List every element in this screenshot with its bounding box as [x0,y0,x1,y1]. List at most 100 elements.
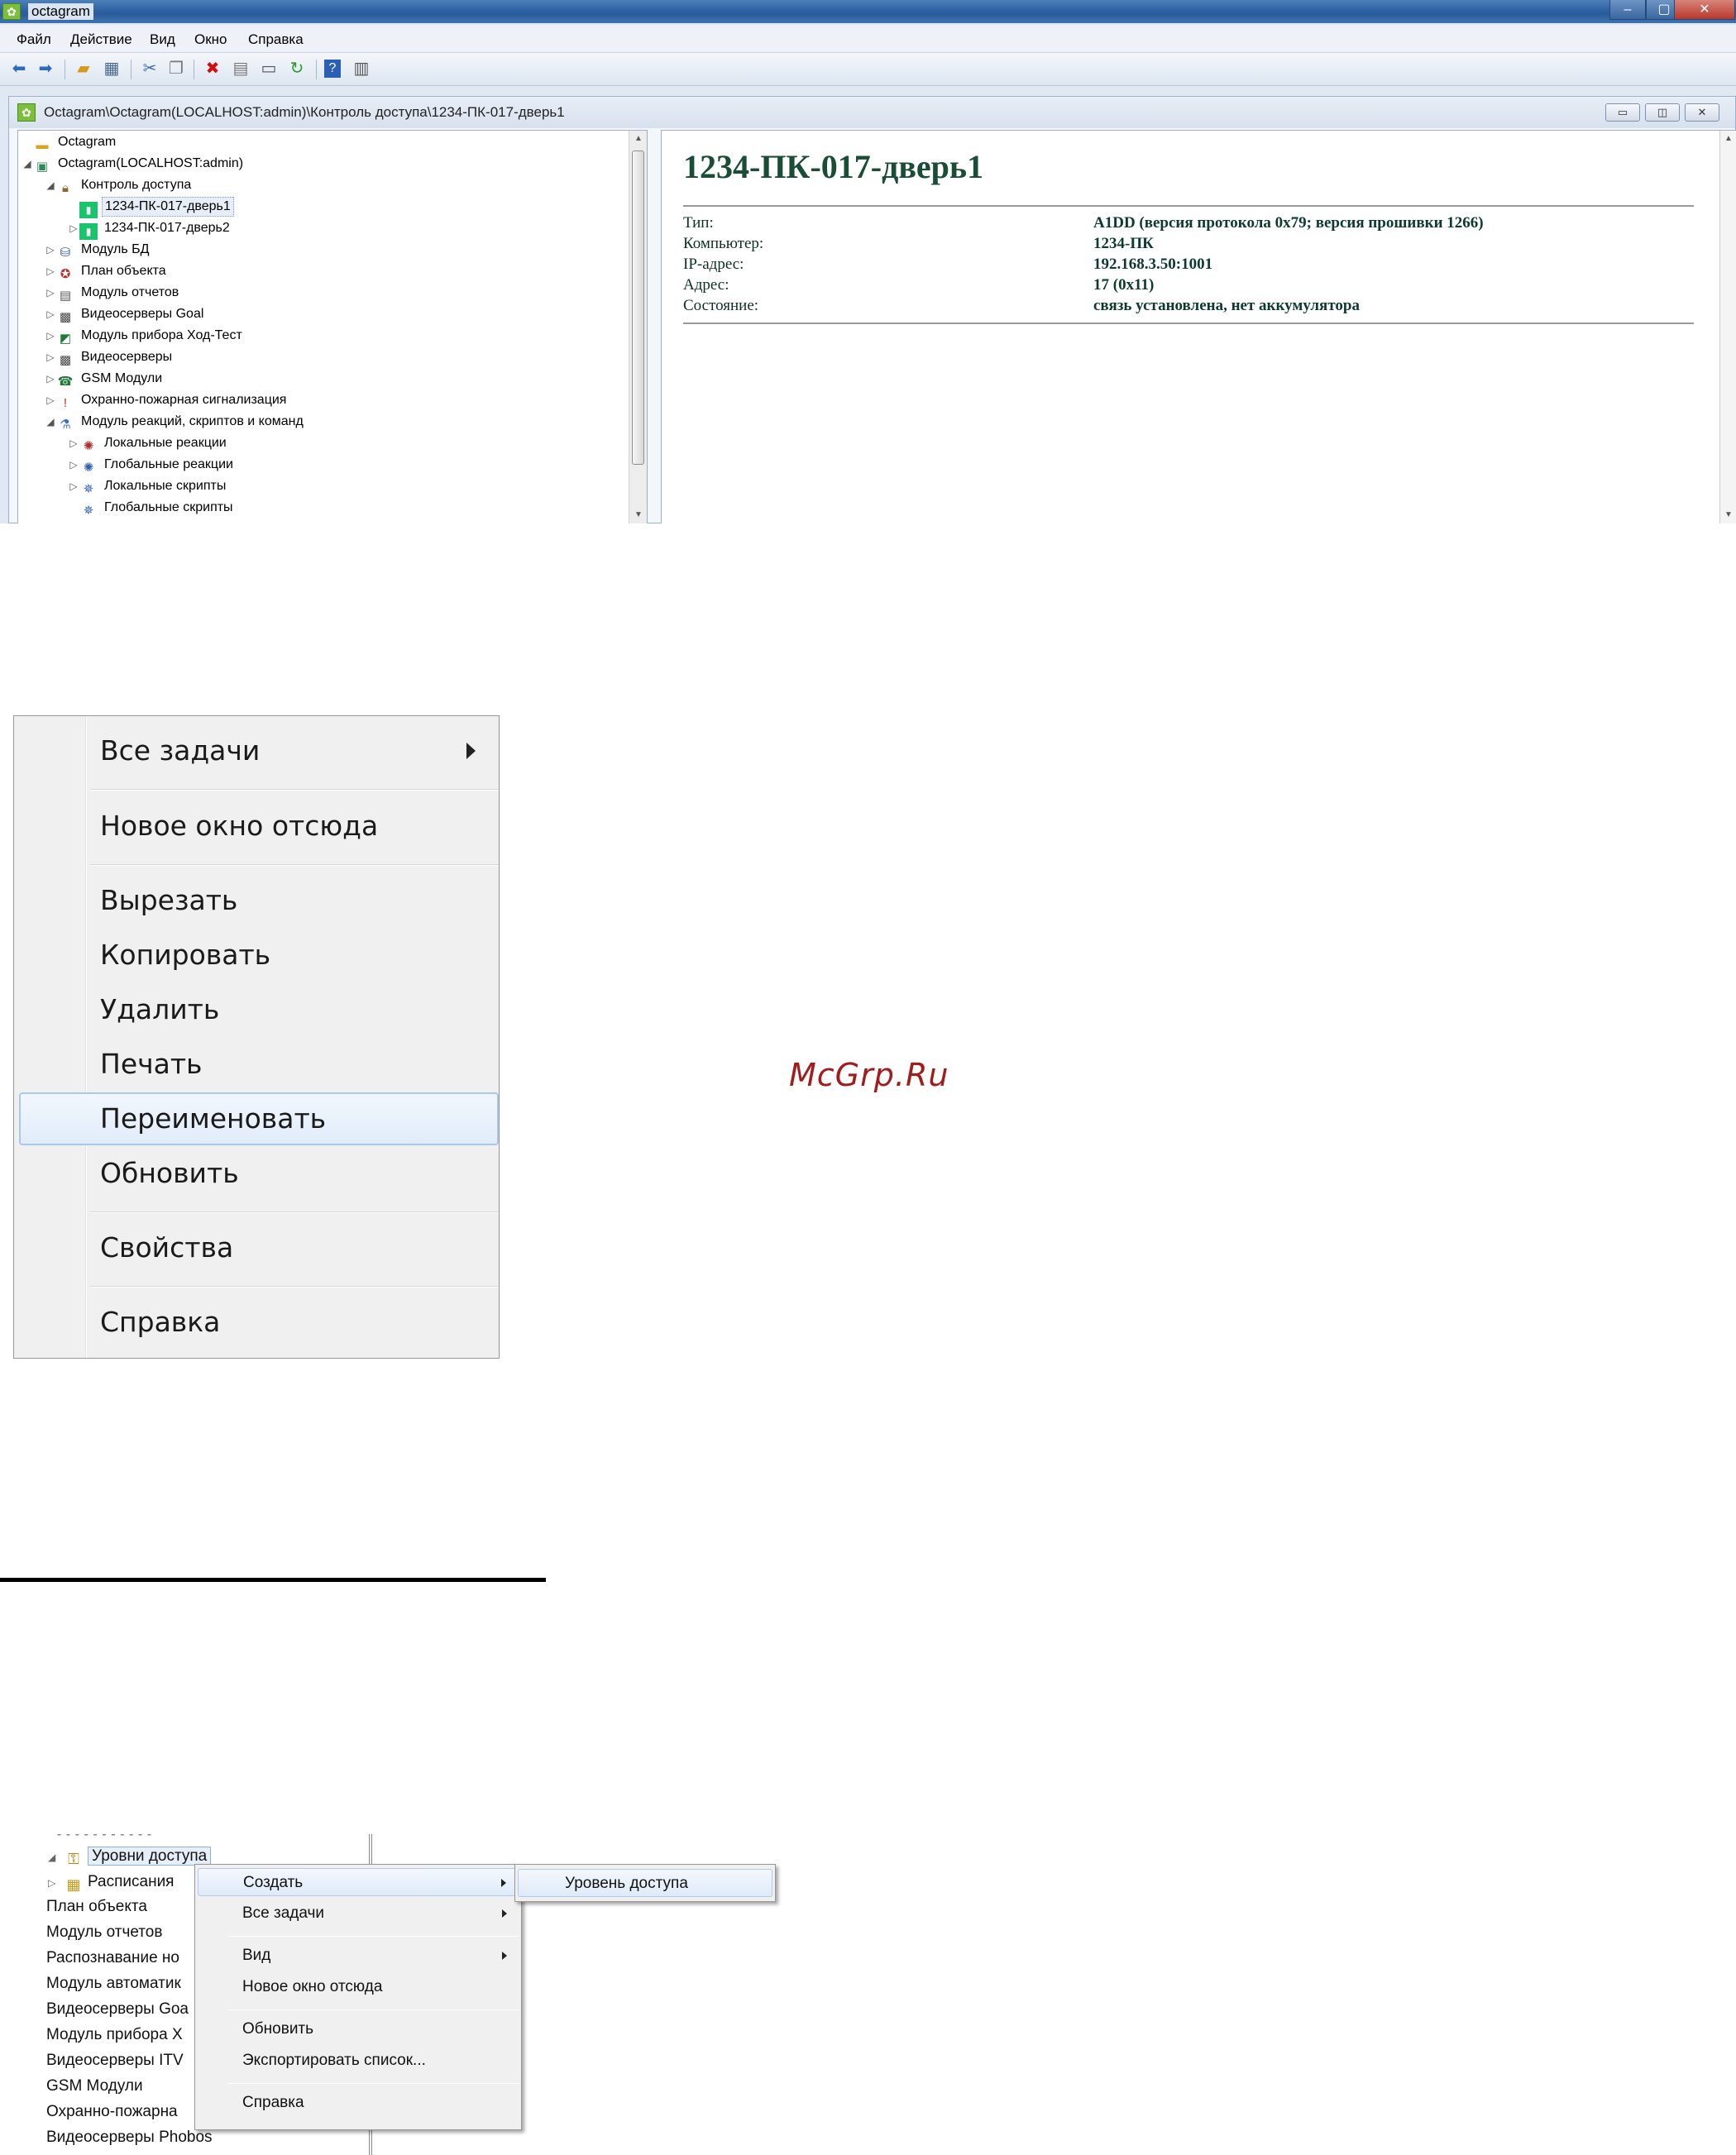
show-hide-tree-icon[interactable]: ▦ [101,58,122,79]
scroll-down-arrow-icon[interactable]: ▼ [629,507,647,523]
menu-file[interactable]: Файл [17,31,51,48]
child-minimize-button[interactable]: ▭ [1605,103,1640,122]
report-icon: ▤ [59,289,72,303]
menu-item-view[interactable]: Вид [198,1942,519,1970]
menu-item-refresh[interactable]: Обновить [19,1147,499,1200]
tree-item-global-scripts[interactable]: ✵ Глобальные скрипты [68,498,236,518]
menu-action[interactable]: Действие [70,31,132,48]
collapsed-arrow-icon[interactable]: ▷ [68,476,79,496]
context-menu-small: Создать Все задачи Вид Новое окно отсюда… [194,1864,522,2130]
collapsed-arrow-icon[interactable]: ▷ [45,240,56,260]
collapsed-arrow-icon[interactable]: ▷ [68,433,79,453]
menu-item-access-level[interactable]: Уровень доступа [518,1869,772,1897]
collapsed-arrow-icon[interactable]: ▷ [45,369,56,389]
menu-item-help[interactable]: Справка [19,1296,499,1349]
menu-item-print[interactable]: Печать [19,1038,499,1091]
label-address: Адрес: [683,276,729,294]
back-icon[interactable]: ⬅ [8,58,30,79]
delete-icon[interactable]: ✖ [202,58,223,79]
menu-item-properties[interactable]: Свойства [19,1221,499,1274]
properties-icon[interactable]: ▤ [230,58,251,79]
collapsed-arrow-icon[interactable]: ▷ [45,304,56,324]
tree-item-db-module[interactable]: ▷ ⛁ Модуль БД [45,240,152,260]
tree-item-recognition[interactable]: Распознавание но [46,1946,179,1971]
forward-icon[interactable]: ➡ [35,58,56,79]
menu-window[interactable]: Окно [194,31,227,48]
value-state: связь установлена, нет аккумулятора [1093,297,1360,314]
details-scrollbar[interactable]: ▲ ▼ [1719,131,1736,523]
child-close-button[interactable]: ✕ [1685,103,1719,122]
up-folder-icon[interactable]: ▰ [73,58,94,79]
tree-item-door2[interactable]: ▷ ▮ 1234-ПК-017-дверь2 [68,218,232,240]
tree-item-reports-module[interactable]: Модуль отчетов [46,1920,162,1945]
tree-item-schedules[interactable]: ▷ ▦ Расписания [48,1870,174,1895]
collapsed-arrow-icon[interactable]: ▷ [45,347,56,367]
scroll-up-arrow-icon[interactable]: ▲ [629,131,647,147]
expanded-arrow-icon[interactable]: ◢ [48,1845,63,1870]
child-title-bar: ✿ Octagram\Octagram(LOCALHOST:admin)\Кон… [9,97,1735,128]
child-restore-button[interactable]: ◫ [1645,103,1680,122]
collapsed-arrow-icon[interactable]: ▷ [45,261,56,281]
print-icon[interactable]: ▭ [258,58,280,79]
menu-item-export-list[interactable]: Экспортировать список... [198,2047,519,2075]
tree-item-video-goal[interactable]: Видеосерверы Goa [46,1997,189,2022]
expanded-arrow-icon[interactable]: ◢ [45,175,56,195]
tree-item-video-goal[interactable]: ▷ ▩ Видеосерверы Goal [45,304,206,324]
tree-item-global-reactions[interactable]: ▷ ✺ Глобальные реакции [68,455,236,475]
collapsed-arrow-icon[interactable]: ▷ [48,1871,63,1895]
collapsed-arrow-icon[interactable]: ▷ [45,326,56,346]
copy-icon[interactable]: ❐ [165,58,187,79]
context-menu-large: Все задачи Новое окно отсюда Вырезать Ко… [13,715,500,1359]
tree-item-octagram-localhost[interactable]: ◢ ▣ Octagram(LOCALHOST:admin) [22,154,246,174]
collapsed-arrow-icon[interactable]: ▷ [68,455,79,475]
close-button[interactable]: ✕ [1674,0,1735,20]
tree-item-local-scripts[interactable]: ▷ ✵ Локальные скрипты [68,476,228,496]
tree-item-hod-test[interactable]: ▷ ◩ Модуль прибора Ход-Тест [45,326,245,346]
tree-item-reactions-module[interactable]: ◢ ⚗ Модуль реакций, скриптов и команд [45,412,306,432]
scroll-down-arrow-icon[interactable]: ▼ [1720,507,1736,523]
tree-item-gsm[interactable]: ▷ ☎ GSM Модули [45,369,165,389]
menu-item-create[interactable]: Создать [198,1868,519,1896]
tree-item-door1[interactable]: ▮ 1234-ПК-017-дверь1 [68,197,234,218]
tree-item-fire-alarm[interactable]: Охранно-пожарна [46,2100,178,2124]
tree-item-object-plan[interactable]: ▷ ✪ План объекта [45,261,169,281]
menu-item-help[interactable]: Справка [198,2089,519,2117]
action-pane-icon[interactable]: ▥ [351,58,372,79]
collapsed-arrow-icon[interactable]: ▷ [45,283,56,303]
collapsed-arrow-icon[interactable]: ▷ [68,218,79,238]
tree-item-video-phobos[interactable]: Видеосерверы Phobos [46,2125,213,2150]
tree-item-video-servers[interactable]: ▷ ▩ Видеосерверы [45,347,175,367]
tree-item-video-itv[interactable]: Видеосерверы ITV [46,2048,184,2073]
scroll-thumb[interactable] [632,151,644,465]
menu-view[interactable]: Вид [150,31,175,48]
collapsed-arrow-icon[interactable]: ▷ [45,390,56,410]
menu-item-copy[interactable]: Копировать [19,929,499,982]
cut-icon[interactable]: ✂ [139,58,160,79]
tree-item-local-reactions[interactable]: ▷ ✺ Локальные реакции [68,433,229,453]
menu-item-delete[interactable]: Удалить [19,983,499,1036]
tree-item-octagram-root[interactable]: ▬ Octagram [22,132,118,152]
scroll-up-arrow-icon[interactable]: ▲ [1720,131,1736,147]
minimize-button[interactable]: ‒ [1609,0,1646,20]
menu-item-cut[interactable]: Вырезать [19,874,499,927]
help-icon[interactable]: ? [324,60,341,78]
tree-item-device-module[interactable]: Модуль прибора Х [46,2023,183,2047]
tree-item-reports-module[interactable]: ▷ ▤ Модуль отчетов [45,283,181,303]
tree-item-fire-alarm[interactable]: ▷ ǃ Охранно-пожарная сигнализация [45,390,289,410]
tree-item-access-levels[interactable]: ◢ ⚿ Уровни доступа [48,1844,212,1870]
expanded-arrow-icon[interactable]: ◢ [22,154,33,174]
refresh-icon[interactable]: ↻ [286,58,308,79]
tree-item-gsm[interactable]: GSM Модули [46,2074,143,2099]
menu-item-all-tasks[interactable]: Все задачи [19,724,499,777]
menu-item-all-tasks[interactable]: Все задачи [198,1899,519,1928]
menu-item-rename[interactable]: Переименовать [19,1092,499,1145]
expanded-arrow-icon[interactable]: ◢ [45,412,56,432]
tree-scrollbar[interactable]: ▲ ▼ [629,131,647,523]
menu-help[interactable]: Справка [248,31,304,48]
tree-item-automation[interactable]: Модуль автоматик [46,1971,181,1996]
tree-item-object-plan[interactable]: План объекта [46,1895,147,1919]
menu-item-new-window[interactable]: Новое окно отсюда [19,800,499,853]
tree-item-access-control[interactable]: ◢ 🔒︎ Контроль доступа [45,175,194,195]
menu-item-new-window[interactable]: Новое окно отсюда [198,1973,519,2001]
menu-item-refresh[interactable]: Обновить [198,2015,519,2043]
